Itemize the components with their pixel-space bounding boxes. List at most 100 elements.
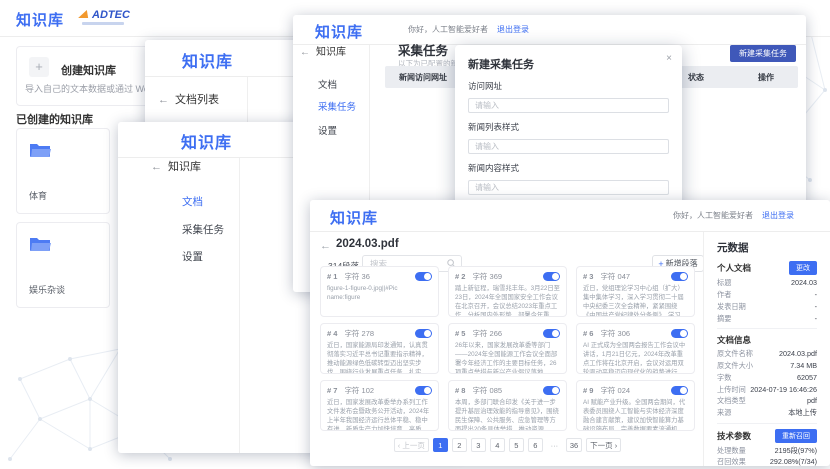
column-news-url: 新闻访问网址 bbox=[399, 72, 447, 83]
sidebar-item-docs[interactable]: 文档 bbox=[182, 194, 203, 209]
window-header: 知识库 你好，人工智能爱好者 退出登录 bbox=[293, 15, 806, 45]
logout-link[interactable]: 退出登录 bbox=[497, 24, 529, 35]
paragraph-toggle[interactable] bbox=[415, 329, 432, 338]
meta-value: 2195段(97%) bbox=[775, 446, 817, 455]
meta-label: 文档类型 bbox=[717, 396, 746, 405]
back-arrow-icon[interactable]: ← bbox=[158, 94, 169, 106]
meta-label: 字数 bbox=[717, 373, 731, 382]
meta-label: 摘要 bbox=[717, 314, 731, 323]
pagination: ‹ 上一页 1 2 3 4 5 6 ··· 36 下一页 › bbox=[320, 438, 695, 452]
paragraph-card[interactable]: # 9字符 024 AI 赋能产业升级。全国两会期间，代表委员围绕人工智能与实体… bbox=[576, 380, 695, 431]
pagination-page-1[interactable]: 1 bbox=[433, 438, 448, 452]
logout-link[interactable]: 退出登录 bbox=[762, 210, 794, 221]
pagination-page-36[interactable]: 36 bbox=[566, 438, 582, 452]
meta-label: 发表日期 bbox=[717, 302, 746, 311]
paragraph-card[interactable]: # 6 字符 306 AI 正式成为全国两会报告工作会议中讲话，1月21日亿元，2… bbox=[576, 323, 695, 374]
paragraph-toggle[interactable] bbox=[415, 272, 432, 281]
meta-value: - bbox=[815, 302, 817, 311]
paragraph-text: figure-1-figure-0.jpg||#Pic name:figure bbox=[327, 284, 432, 302]
paragraph-card[interactable]: # 5字符 266 26年以来，国家发展改革委等部门——2024年全国能源工作会… bbox=[448, 323, 567, 374]
meta-label: 作者 bbox=[717, 290, 731, 299]
back-arrow-icon: ← bbox=[151, 161, 162, 173]
back-arrow-icon[interactable]: ← bbox=[320, 240, 331, 252]
paragraph-toggle[interactable] bbox=[543, 386, 560, 395]
kb-sidebar bbox=[118, 158, 240, 453]
page-title: 采集任务 bbox=[398, 40, 448, 59]
paragraph-chars: 字符 102 bbox=[344, 385, 374, 396]
column-status: 状态 bbox=[688, 72, 704, 83]
back-row[interactable]: ←知识库 bbox=[300, 43, 346, 58]
folder-icon bbox=[29, 142, 51, 158]
field-label-list-style: 新闻列表样式 bbox=[468, 121, 669, 133]
sidebar-item-settings[interactable]: 设置 bbox=[182, 249, 203, 264]
screen: 知识库 ADTEC + 创建知识库 导入自己的文本数据或通过 Webhook 实… bbox=[0, 0, 830, 469]
pagination-prev[interactable]: ‹ 上一页 bbox=[394, 438, 429, 452]
user-greeting: 你好，人工智能爱好者 bbox=[673, 210, 753, 221]
kb-card-sports[interactable]: 体育 bbox=[16, 128, 110, 214]
paragraph-card[interactable]: # 4字符 278 近日，国家能源局印发通知，认真贯彻落实习近平总书记重要指示精… bbox=[320, 323, 439, 374]
kb-card-entertainment[interactable]: 娱乐杂谈 bbox=[16, 222, 110, 308]
meta-value: 62057 bbox=[797, 373, 817, 382]
paragraph-chars: 字符 306 bbox=[600, 328, 630, 339]
paragraph-chars: 字符 278 bbox=[344, 328, 374, 339]
paragraph-card[interactable]: # 2字符 369 踏上新征程，瑞雪兆丰年。3月22日至23日，2024年全国国… bbox=[448, 266, 567, 317]
window-document-detail: 知识库 你好，人工智能爱好者 退出登录 ← 2024.03.pdf 314段落 … bbox=[310, 200, 830, 466]
meta-label: 原文件名称 bbox=[717, 349, 753, 358]
field-input-content-style[interactable] bbox=[468, 180, 669, 195]
paragraph-chars: 字符 266 bbox=[472, 328, 502, 339]
paragraph-toggle[interactable] bbox=[671, 272, 688, 281]
sidebar-item-docs[interactable]: 文档 bbox=[318, 77, 337, 91]
sidebar-item-settings[interactable]: 设置 bbox=[318, 123, 337, 137]
back-row[interactable]: ←知识库 bbox=[151, 158, 201, 174]
modal-title: 新建采集任务 bbox=[468, 56, 669, 72]
paragraph-card[interactable]: # 7字符 102 近日，国家发展改革委举办系列工作文件发布会暨政务公开活动，2… bbox=[320, 380, 439, 431]
sidebar-item-collect-tasks[interactable]: 采集任务 bbox=[182, 222, 224, 237]
field-input-list-style[interactable] bbox=[468, 139, 669, 154]
divider bbox=[717, 328, 817, 329]
kb-card-name: 体育 bbox=[29, 189, 47, 202]
sidebar-item-collect-tasks[interactable]: 采集任务 bbox=[318, 99, 356, 113]
pagination-page-5[interactable]: 5 bbox=[509, 438, 524, 452]
paragraph-text: 近日，国家发展改革委举办系列工作文件发布会暨政务公开活动，2024年上半年我国经… bbox=[327, 398, 432, 431]
column-actions: 操作 bbox=[758, 72, 774, 83]
meta-value: 2024.03.pdf bbox=[779, 349, 817, 358]
paragraph-card[interactable]: # 1 字符 36 figure-1-figure-0.jpg||#Pic nam… bbox=[320, 266, 439, 317]
edit-meta-button[interactable]: 更改 bbox=[789, 261, 817, 275]
pagination-next[interactable]: 下一页 › bbox=[586, 438, 621, 452]
paragraph-id: # 1 bbox=[327, 272, 337, 281]
paragraph-toggle[interactable] bbox=[671, 329, 688, 338]
paragraph-id: # 3 bbox=[583, 272, 593, 281]
kb-card-name: 娱乐杂谈 bbox=[29, 283, 65, 296]
paragraph-chars: 字符 36 bbox=[344, 271, 369, 282]
new-task-button[interactable]: 新建采集任务 bbox=[730, 45, 796, 62]
meta-value: pdf bbox=[807, 396, 817, 405]
meta-value: 2024-07-19 16:46:26 bbox=[750, 385, 817, 394]
paragraph-toggle[interactable] bbox=[415, 386, 432, 395]
app-logo: 知识库 bbox=[315, 21, 363, 42]
back-label[interactable]: 文档列表 bbox=[175, 94, 219, 106]
field-label-url: 访问网址 bbox=[468, 80, 669, 92]
pagination-page-2[interactable]: 2 bbox=[452, 438, 467, 452]
field-label-content-style: 新闻内容样式 bbox=[468, 162, 669, 174]
meta-value: 本地上传 bbox=[788, 408, 817, 417]
pagination-page-6[interactable]: 6 bbox=[528, 438, 543, 452]
app-logo: 知识库 bbox=[182, 48, 233, 72]
paragraph-id: # 9 bbox=[583, 386, 593, 395]
paragraph-text: AI 正式成为全国两会报告工作会议中讲话，1月21日亿元，2024年改革重点工作… bbox=[583, 341, 688, 374]
paragraph-id: # 6 bbox=[583, 329, 593, 338]
paragraph-toggle[interactable] bbox=[543, 329, 560, 338]
close-icon[interactable]: × bbox=[666, 53, 672, 64]
field-input-url[interactable] bbox=[468, 98, 669, 113]
pagination-page-3[interactable]: 3 bbox=[471, 438, 486, 452]
paragraph-toggle[interactable] bbox=[543, 272, 560, 281]
paragraph-card[interactable]: # 3字符 047 近日，党组理论学习中心组（扩大）集中集体学习，深入学习贯彻二… bbox=[576, 266, 695, 317]
metadata-panel: 元数据 个人文档 更改 标题2024.03 作者- 发表日期- 摘要- 文档信息… bbox=[704, 232, 830, 466]
paragraph-text: 近日，党组理论学习中心组（扩大）集中集体学习，深入学习贯彻二十届中央纪委三次全会… bbox=[583, 284, 688, 317]
paragraph-card[interactable]: # 8字符 085 本周，多部门联合印发《关于进一步提升基层治理效能的指导意见》… bbox=[448, 380, 567, 431]
re-recall-button[interactable]: 重新召回 bbox=[775, 429, 817, 443]
pagination-page-4[interactable]: 4 bbox=[490, 438, 505, 452]
window-header: 知识库 你好，人工智能爱好者 退出登录 bbox=[310, 200, 830, 232]
paragraph-toggle[interactable] bbox=[671, 386, 688, 395]
paragraph-id: # 2 bbox=[455, 272, 465, 281]
paragraph-chars: 字符 024 bbox=[600, 385, 630, 396]
